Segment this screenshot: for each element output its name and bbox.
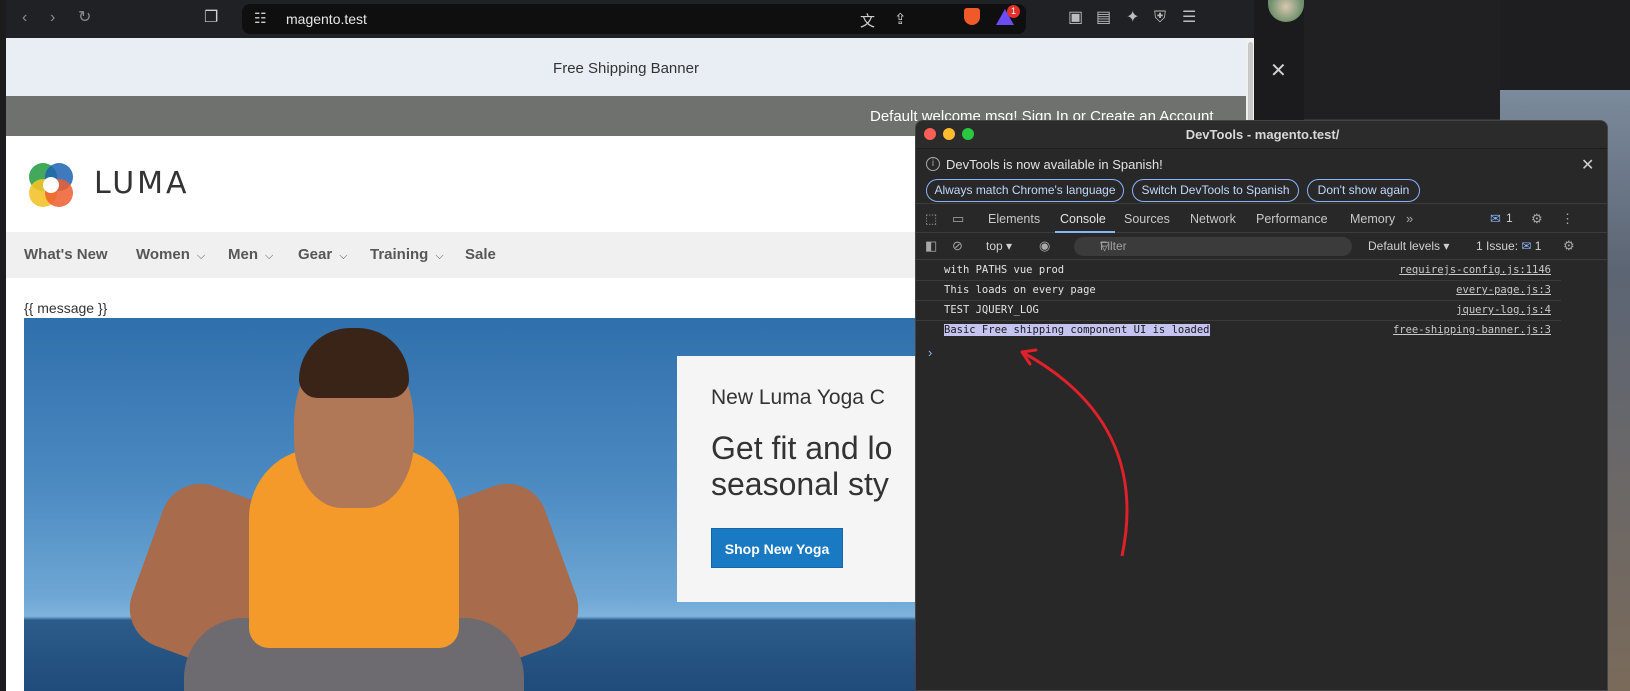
share-icon[interactable]: ⇪ [894, 10, 907, 28]
inspect-element-icon[interactable]: ⬚ [925, 211, 937, 227]
bookmark-icon[interactable]: ❐ [204, 8, 218, 28]
log-source-link[interactable]: every-page.js:3 [1456, 284, 1551, 296]
devtools-titlebar[interactable]: DevTools - magento.test/ [916, 121, 1607, 149]
vue-message-placeholder: {{ message }} [24, 300, 108, 316]
logo-text[interactable]: LUMA [94, 166, 190, 201]
sidebar-toggle-icon[interactable]: ◧ [925, 238, 937, 254]
always-match-language-button[interactable]: Always match Chrome's language [926, 179, 1124, 202]
promo-box: New Luma Yoga C Get fit and lo seasonal … [677, 356, 924, 602]
console-output: with PATHS vue prod requirejs-config.js:… [916, 261, 1607, 690]
context-select[interactable]: top ▾ [986, 239, 1012, 253]
shop-new-yoga-button[interactable]: Shop New Yoga [711, 528, 843, 568]
hero-image-part [299, 328, 409, 398]
reload-icon[interactable]: ↻ [78, 8, 91, 28]
back-icon[interactable]: ‹ [22, 8, 27, 28]
nav-sale[interactable]: Sale [465, 246, 496, 263]
tab-network[interactable]: Network [1190, 212, 1236, 226]
more-tabs-icon[interactable]: » [1406, 211, 1413, 226]
sidebar-toggle-icon[interactable]: ▣ [1068, 8, 1083, 28]
tab-performance[interactable]: Performance [1256, 212, 1328, 226]
issues-icon[interactable]: ✉ [1490, 211, 1501, 227]
url-text[interactable]: magento.test [286, 11, 367, 27]
more-options-icon[interactable]: ⋮ [1561, 211, 1574, 227]
forward-icon[interactable]: › [50, 8, 55, 28]
side-panel-card [1300, 0, 1500, 120]
console-prompt[interactable]: › [928, 345, 932, 360]
filter-placeholder: Filter [1100, 239, 1127, 253]
console-log-row: Basic Free shipping component UI is load… [916, 321, 1561, 341]
promo-title: Get fit and lo seasonal sty [711, 430, 893, 502]
console-log-row: with PATHS vue prod requirejs-config.js:… [916, 261, 1561, 281]
side-panel-close-icon[interactable]: ✕ [1270, 58, 1287, 83]
nav-men[interactable]: Men ⌵ [228, 246, 273, 263]
console-settings-icon[interactable]: ⚙ [1563, 238, 1575, 254]
console-log-row: TEST JQUERY_LOG jquery-log.js:4 [916, 301, 1561, 321]
nav-whats-new[interactable]: What's New [24, 246, 108, 263]
live-expression-eye-icon[interactable]: ◉ [1039, 238, 1050, 254]
free-shipping-banner: Free Shipping Banner [6, 38, 1246, 96]
log-source-link[interactable]: free-shipping-banner.js:3 [1393, 324, 1551, 336]
language-infobar: i DevTools is now available in Spanish! … [916, 150, 1607, 204]
chevron-down-icon: ⌵ [435, 250, 444, 262]
vpn-icon[interactable]: ⛨ [1154, 8, 1166, 28]
chevron-down-icon: ⌵ [265, 250, 274, 262]
nav-gear[interactable]: Gear ⌵ [298, 246, 348, 263]
issues-counter[interactable]: 1 Issue: ✉ 1 [1476, 239, 1541, 253]
menu-icon[interactable]: ☰ [1182, 8, 1196, 28]
dont-show-again-button[interactable]: Don't show again [1307, 179, 1420, 202]
clear-console-icon[interactable]: ⊘ [952, 238, 963, 254]
promo-subtitle: New Luma Yoga C [711, 386, 885, 409]
translate-icon[interactable]: 文 [860, 10, 875, 31]
highlighted-log-message: Basic Free shipping component UI is load… [944, 324, 1210, 336]
tab-console[interactable]: Console [1060, 212, 1106, 226]
log-levels-dropdown[interactable]: Default levels ▾ [1368, 239, 1449, 253]
wallet-icon[interactable]: ▤ [1096, 8, 1111, 28]
console-filter-input[interactable]: ▽ Filter [1074, 237, 1352, 256]
tab-elements[interactable]: Elements [988, 212, 1040, 226]
rewards-badge: 1 [1007, 5, 1020, 18]
log-source-link[interactable]: requirejs-config.js:1146 [1399, 264, 1551, 276]
info-icon: i [926, 157, 940, 171]
chevron-down-icon: ⌵ [339, 250, 348, 262]
infobar-text: DevTools is now available in Spanish! [946, 157, 1163, 172]
tab-sources[interactable]: Sources [1124, 212, 1170, 226]
luma-logo-icon[interactable] [26, 160, 76, 210]
tab-memory[interactable]: Memory [1350, 212, 1395, 226]
console-toolbar: ◧ ⊘ top ▾ ◉ ▽ Filter Default levels ▾ 1 … [916, 234, 1607, 260]
hero-banner[interactable]: New Luma Yoga C Get fit and lo seasonal … [24, 318, 924, 691]
switch-to-spanish-button[interactable]: Switch DevTools to Spanish [1132, 179, 1299, 202]
console-log-row: This loads on every page every-page.js:3 [916, 281, 1561, 301]
address-bar[interactable]: ☷ magento.test 文 ⇪ [242, 4, 1026, 34]
nav-women[interactable]: Women ⌵ [136, 246, 205, 263]
free-shipping-text: Free Shipping Banner [553, 60, 699, 77]
devtools-title: DevTools - magento.test/ [1185, 127, 1340, 142]
settings-gear-icon[interactable]: ⚙ [1531, 211, 1543, 227]
log-source-link[interactable]: jquery-log.js:4 [1456, 304, 1551, 316]
brave-shields-icon[interactable] [964, 8, 980, 25]
infobar-close-icon[interactable]: ✕ [1581, 155, 1594, 175]
chevron-down-icon: ⌵ [196, 250, 206, 262]
browser-toolbar: ‹ › ↻ ❐ ☷ magento.test 文 ⇪ 1 ▣ ▤ ✦ ⛨ ☰ [6, 0, 1254, 38]
issues-count[interactable]: 1 [1506, 211, 1513, 225]
devtools-window: DevTools - magento.test/ i DevTools is n… [915, 120, 1608, 691]
active-tab-indicator [1055, 231, 1115, 233]
site-settings-icon[interactable]: ☷ [254, 10, 267, 27]
device-toolbar-icon[interactable]: ▭ [952, 211, 964, 227]
leo-ai-icon[interactable]: ✦ [1126, 8, 1139, 28]
nav-training[interactable]: Training ⌵ [370, 246, 444, 263]
devtools-tabbar: ⬚ ▭ Elements Console Sources Network Per… [916, 205, 1607, 233]
issues-icon: ✉ [1521, 239, 1532, 253]
